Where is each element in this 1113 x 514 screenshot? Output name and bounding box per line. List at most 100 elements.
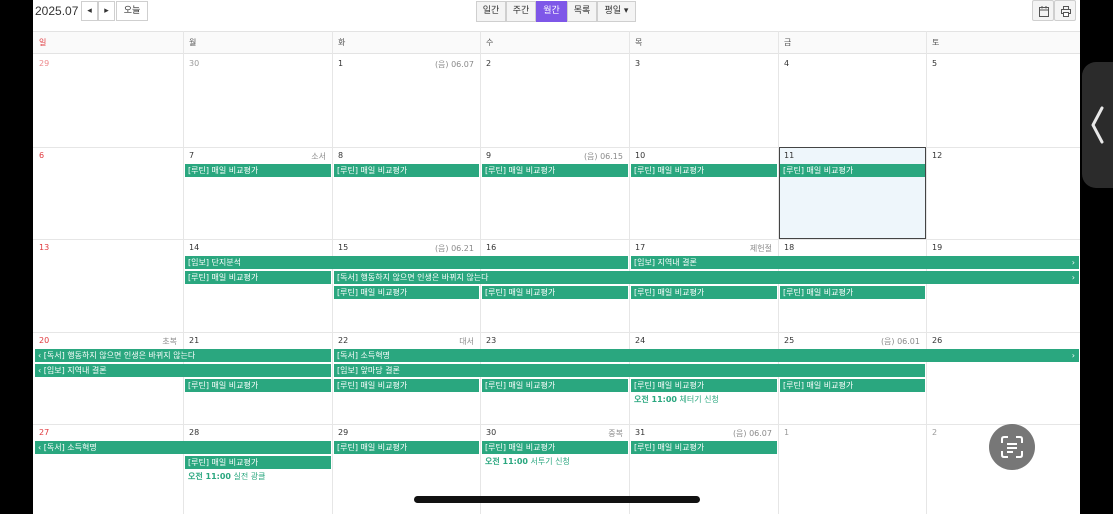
day-number[interactable]: 16 [486, 243, 496, 252]
event-bar[interactable]: [독서] 행동하지 않으면 인생은 바뀌지 않는다 › [334, 271, 1079, 284]
day-number[interactable]: 5 [932, 59, 937, 68]
event-bar[interactable]: [임보] 앞마당 결론 [334, 364, 925, 377]
event-bar[interactable]: [루틴] 매일 비교평가 [334, 164, 479, 177]
day-number[interactable]: 8 [338, 151, 343, 160]
event-bar[interactable]: [독서] 소득혁명 › [334, 349, 1079, 362]
event-bar[interactable]: [임보] 지역내 결론 › [631, 256, 1079, 269]
event-title: [루틴] 매일 비교평가 [337, 166, 408, 175]
event-title: [루틴] 매일 비교평가 [634, 443, 705, 452]
day-number[interactable]: 27 [39, 428, 49, 437]
day-number[interactable]: 13 [39, 243, 49, 252]
calendar-export-button[interactable] [1032, 0, 1054, 21]
day-number[interactable]: 23 [486, 336, 496, 345]
timed-event[interactable]: 오전 11:00 체터기 신청 [634, 394, 719, 405]
day-number[interactable]: 18 [784, 243, 794, 252]
today-cell-highlight [779, 147, 926, 239]
event-bar[interactable]: [루틴] 매일 비교평가 [631, 441, 777, 454]
event-title: [독서] 소득혁명 [337, 351, 390, 360]
scan-text-icon [1001, 436, 1023, 458]
weekday-label: 화 [338, 38, 346, 47]
event-bar[interactable]: [루틴] 매일 비교평가 [631, 379, 777, 392]
event-bar[interactable]: [루틴] 매일 비교평가 [334, 441, 479, 454]
weekday-label: 목 [635, 38, 643, 47]
event-bar[interactable]: [루틴] 매일 비교평가 [780, 164, 925, 177]
day-number[interactable]: 6 [39, 151, 44, 160]
event-title: [루틴] 매일 비교평가 [634, 166, 705, 175]
weekday-filter-dropdown[interactable]: 평일 ▾ [597, 1, 636, 22]
home-indicator[interactable] [414, 496, 700, 503]
day-annotation: 초복 [162, 337, 177, 346]
day-number[interactable]: 29 [39, 59, 49, 68]
event-bar[interactable]: [루틴] 매일 비교평가 [482, 379, 628, 392]
event-title: ‹ [독서] 행동하지 않으면 인생은 바뀌지 않는다 [38, 351, 196, 360]
event-title: [루틴] 매일 비교평가 [783, 288, 854, 297]
print-icon [1061, 6, 1071, 17]
day-number[interactable]: 24 [635, 336, 645, 345]
month-title: 2025.07 [35, 4, 79, 18]
event-bar[interactable]: [루틴] 매일 비교평가 [780, 286, 925, 299]
day-number[interactable]: 10 [635, 151, 645, 160]
event-bar[interactable]: [루틴] 매일 비교평가 [780, 379, 925, 392]
day-number[interactable]: 19 [932, 243, 942, 252]
today-button[interactable]: 오늘 [116, 1, 148, 21]
timed-event[interactable]: 오전 11:00 서투기 신청 [485, 456, 570, 467]
day-number[interactable]: 30 [189, 59, 199, 68]
tab-daily[interactable]: 일간 [476, 1, 506, 22]
prev-month-button[interactable]: ◂ [81, 1, 98, 21]
day-annotation: (음) 06.01 [880, 337, 920, 346]
day-number[interactable]: 21 [189, 336, 199, 345]
day-number[interactable]: 29 [338, 428, 348, 437]
event-time: 오전 11:00 [188, 472, 231, 481]
event-bar[interactable]: [루틴] 매일 비교평가 [185, 379, 331, 392]
event-title: [루틴] 매일 비교평가 [485, 443, 556, 452]
day-number[interactable]: 26 [932, 336, 942, 345]
event-bar[interactable]: [루틴] 매일 비교평가 [185, 164, 331, 177]
day-number[interactable]: 1 [784, 428, 789, 437]
day-annotation: 제헌절 [749, 244, 772, 253]
day-number[interactable]: 4 [784, 59, 789, 68]
tab-list[interactable]: 목록 [567, 1, 597, 22]
day-number[interactable]: 28 [189, 428, 199, 437]
text-scan-button[interactable] [989, 424, 1035, 470]
continues-right-icon: › [1071, 258, 1075, 267]
timed-event[interactable]: 오전 11:00 실전 광클 [188, 471, 266, 482]
calendar-app: 2025.07 ◂ ▸ 오늘 일간 주간 월간 목록 평일 ▾ 일월화수목금토 … [33, 0, 1080, 514]
grid-week-divider [33, 424, 1080, 425]
event-bar[interactable]: [루틴] 매일 비교평가 [482, 441, 628, 454]
continues-right-icon: › [1071, 351, 1075, 360]
event-bar[interactable]: ‹ [독서] 행동하지 않으면 인생은 바뀌지 않는다 [35, 349, 331, 362]
print-button[interactable] [1054, 0, 1076, 21]
next-month-button[interactable]: ▸ [98, 1, 115, 21]
event-bar[interactable]: [루틴] 매일 비교평가 [631, 286, 777, 299]
event-title: [루틴] 매일 비교평가 [188, 381, 259, 390]
day-number[interactable]: 11 [784, 151, 794, 160]
day-number[interactable]: 14 [189, 243, 199, 252]
event-bar[interactable]: [루틴] 매일 비교평가 [185, 271, 331, 284]
event-bar[interactable]: [루틴] 매일 비교평가 [482, 286, 628, 299]
day-annotation: (음) 06.21 [434, 244, 474, 253]
side-panel-handle[interactable] [1082, 62, 1113, 188]
event-bar[interactable]: [루틴] 매일 비교평가 [482, 164, 628, 177]
tab-monthly[interactable]: 월간 [536, 1, 567, 22]
event-bar[interactable]: [루틴] 매일 비교평가 [185, 456, 331, 469]
event-title: [루틴] 매일 비교평가 [188, 166, 259, 175]
day-number[interactable]: 12 [932, 151, 942, 160]
event-time: 오전 11:00 [485, 457, 528, 466]
event-bar[interactable]: [루틴] 매일 비교평가 [334, 379, 479, 392]
event-bar[interactable]: ‹ [임보] 지역내 결론 [35, 364, 331, 377]
day-number[interactable]: 2 [932, 428, 937, 437]
day-number[interactable]: 2 [486, 59, 491, 68]
event-title: [루틴] 매일 비교평가 [634, 381, 705, 390]
event-bar[interactable]: [임보] 단지분석 [185, 256, 628, 269]
event-title: [루틴] 매일 비교평가 [783, 381, 854, 390]
continues-right-icon: › [1071, 273, 1075, 282]
tab-weekly[interactable]: 주간 [506, 1, 536, 22]
event-bar[interactable]: [루틴] 매일 비교평가 [631, 164, 777, 177]
event-title: [루틴] 매일 비교평가 [783, 166, 854, 175]
event-title: [루틴] 매일 비교평가 [188, 458, 259, 467]
day-annotation: (음) 06.07 [434, 60, 474, 69]
event-bar[interactable]: [루틴] 매일 비교평가 [334, 286, 479, 299]
event-bar[interactable]: ‹ [독서] 소득혁명 [35, 441, 331, 454]
day-annotation: 소서 [311, 152, 326, 161]
day-number[interactable]: 3 [635, 59, 640, 68]
